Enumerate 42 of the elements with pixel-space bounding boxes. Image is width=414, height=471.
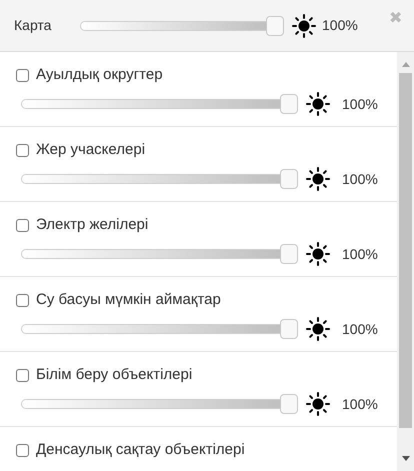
slider-thumb[interactable] [280,169,298,189]
opacity-slider[interactable] [21,319,298,339]
layer-label: Жер учаскелері [36,141,146,159]
sun-icon [306,92,330,116]
opacity-value: 100% [342,394,378,414]
opacity-value: 100% [342,94,378,114]
sun-icon [292,14,316,38]
layer-checkbox[interactable] [16,444,29,456]
layer-checkbox[interactable] [16,368,29,382]
opacity-slider[interactable] [80,16,284,36]
layer-label: Денсаулық сақтау объектілері [36,441,245,459]
sun-icon [306,167,330,191]
opacity-value: 100% [342,320,378,338]
slider-thumb[interactable] [280,94,298,114]
layer-label: Білім беру объектілері [36,366,192,384]
opacity-slider[interactable] [21,394,298,414]
opacity-slider[interactable] [21,244,298,264]
opacity-value: 100% [322,16,358,35]
scrollbar-thumb[interactable] [399,73,412,428]
map-label: Карта [14,16,52,35]
opacity-value: 100% [342,244,378,264]
opacity-value: 100% [342,170,378,188]
opacity-slider[interactable] [21,94,298,114]
layer-checkbox[interactable] [16,218,29,232]
slider-thumb[interactable] [280,319,298,339]
layer-label: Су басуы мүмкін аймақтар [36,291,221,309]
sun-icon [306,317,330,341]
layer-checkbox[interactable] [16,68,29,82]
close-button[interactable]: ✖ [389,6,402,30]
slider-thumb[interactable] [266,16,284,36]
layer-label: Ауылдық округтер [36,66,163,84]
layer-label: Электр желілері [36,216,148,234]
sun-icon [306,242,330,266]
slider-thumb[interactable] [280,394,298,414]
slider-thumb[interactable] [280,244,298,264]
opacity-slider[interactable] [21,169,298,189]
layer-checkbox[interactable] [16,294,29,306]
scroll-up-icon[interactable] [402,62,410,67]
scrollbar[interactable] [397,52,414,471]
scroll-down-icon[interactable] [402,456,410,461]
sun-icon [306,392,330,416]
layer-checkbox[interactable] [16,144,29,156]
